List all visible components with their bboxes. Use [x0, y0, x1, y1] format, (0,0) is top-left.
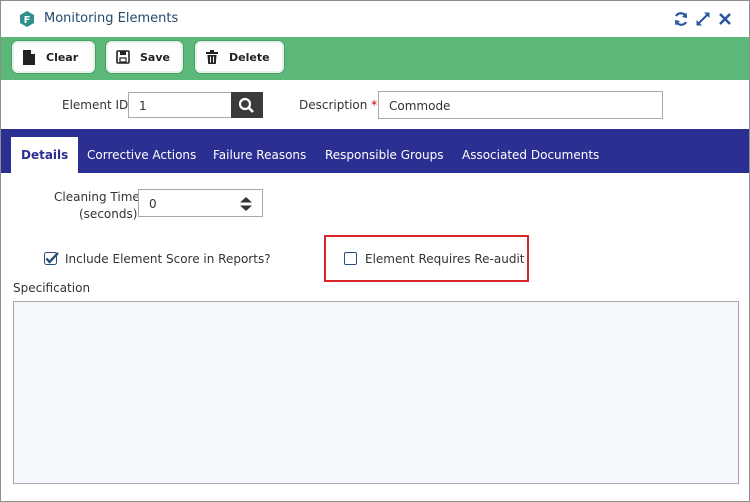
window-title: Monitoring Elements — [44, 11, 179, 26]
clear-button[interactable]: Clear — [12, 41, 95, 73]
delete-label: Delete — [229, 50, 270, 64]
close-icon[interactable] — [717, 11, 733, 27]
app-logo-icon: F — [19, 11, 35, 27]
tab-details[interactable]: Details — [11, 137, 79, 173]
include-score-label: Include Element Score in Reports? — [65, 252, 271, 266]
search-icon — [238, 97, 254, 113]
cleaning-time-label: Cleaning Time — [54, 190, 140, 204]
description-input[interactable]: Commode — [378, 91, 663, 119]
svg-text:F: F — [24, 15, 31, 26]
element-id-input[interactable]: 1 — [128, 92, 232, 118]
required-marker: * — [371, 98, 378, 112]
specification-textarea[interactable] — [13, 301, 739, 484]
delete-button[interactable]: Delete — [195, 41, 284, 73]
checkmark-icon — [44, 252, 59, 265]
monitoring-elements-window: F Monitoring Elements Clear Save Delete … — [0, 0, 750, 502]
stepper-arrows-icon[interactable] — [239, 196, 253, 212]
title-bar: F Monitoring Elements — [1, 1, 749, 37]
cleaning-time-unit-label: (seconds) — [79, 207, 138, 221]
refresh-icon[interactable] — [673, 11, 689, 27]
description-label: Description * — [299, 98, 378, 112]
include-score-checkbox[interactable] — [44, 251, 59, 265]
toolbar: Clear Save Delete — [1, 37, 749, 80]
save-label: Save — [140, 50, 170, 64]
specification-label: Specification — [13, 281, 91, 295]
requires-reaudit-checkbox[interactable] — [344, 252, 357, 265]
element-id-label: Element ID — [62, 98, 129, 112]
requires-reaudit-label: Element Requires Re-audit — [365, 252, 525, 266]
tab-failure-reasons[interactable]: Failure Reasons — [213, 129, 306, 173]
floppy-disk-icon — [116, 49, 130, 65]
save-button[interactable]: Save — [106, 41, 183, 73]
search-button[interactable] — [231, 92, 263, 118]
document-icon — [22, 49, 36, 65]
expand-icon[interactable] — [695, 11, 711, 27]
tab-responsible-groups[interactable]: Responsible Groups — [325, 129, 444, 173]
tab-corrective-actions[interactable]: Corrective Actions — [87, 129, 196, 173]
trash-icon — [205, 49, 219, 65]
clear-label: Clear — [46, 50, 79, 64]
tab-associated-documents[interactable]: Associated Documents — [462, 129, 599, 173]
tab-bar: Details Corrective Actions Failure Reaso… — [1, 129, 749, 173]
